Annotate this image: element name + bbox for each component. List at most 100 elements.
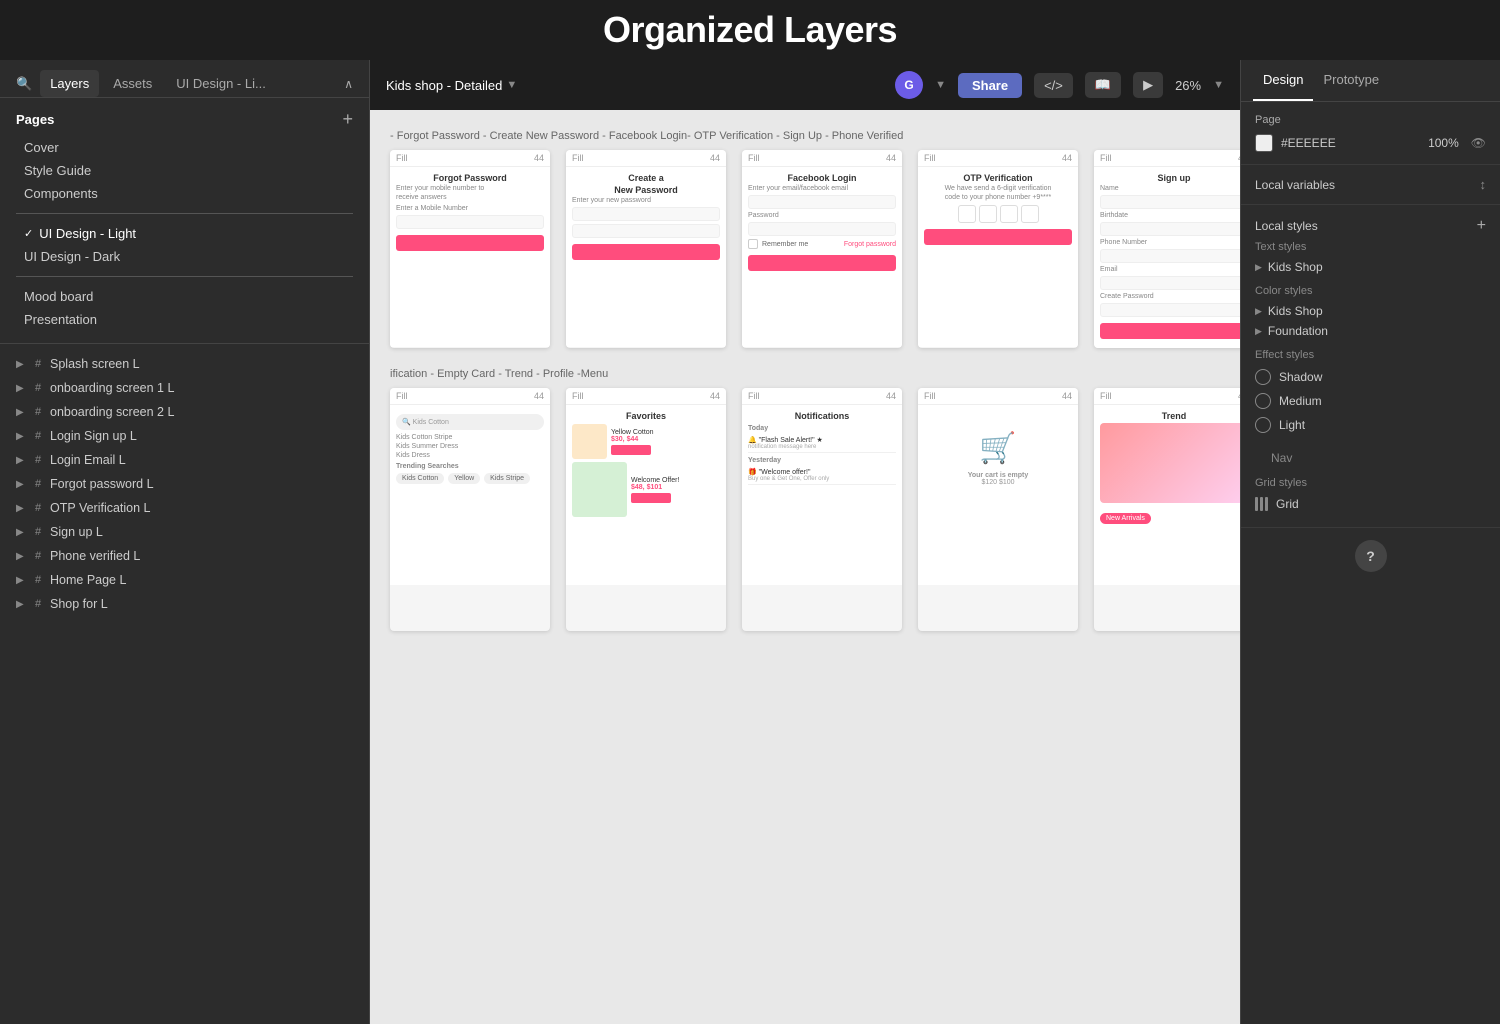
sidebar-item-style-guide[interactable]: Style Guide (16, 159, 353, 182)
local-variables-label: Local variables (1255, 178, 1335, 192)
sort-icon[interactable]: ↕ (1480, 177, 1487, 192)
tab-prototype[interactable]: Prototype (1313, 60, 1389, 101)
tab-ui-design[interactable]: UI Design - Li... (166, 70, 276, 97)
expand-icon[interactable]: ∧ (344, 77, 353, 91)
frame-notification[interactable]: Fill44 Notifications Today 🔔 "Flash Sale… (742, 388, 902, 631)
effect-shadow[interactable]: Shadow (1255, 365, 1486, 389)
layer-login-signup[interactable]: ▶ # Login Sign up L (0, 424, 369, 448)
arrow-icon: ▶ (16, 551, 26, 562)
chevron-right-icon: ▶ (1255, 306, 1262, 317)
layer-login-email[interactable]: ▶ # Login Email L (0, 448, 369, 472)
grid-style-item[interactable]: Grid (1255, 493, 1486, 515)
layer-label: Shop for L (50, 597, 108, 611)
color-swatch[interactable] (1255, 134, 1273, 152)
zoom-chevron-icon[interactable]: ▼ (1213, 79, 1224, 91)
right-panel-tabs: Design Prototype (1241, 60, 1500, 102)
arrow-icon: ▶ (16, 407, 26, 418)
zoom-level[interactable]: 26% (1175, 78, 1201, 93)
add-style-button[interactable]: + (1477, 217, 1486, 235)
frame-icon: # (32, 598, 44, 610)
tab-design[interactable]: Design (1253, 60, 1313, 101)
color-style-foundation[interactable]: ▶ Foundation (1255, 321, 1486, 341)
text-style-kids-shop[interactable]: ▶ Kids Shop (1255, 257, 1486, 277)
tab-layers[interactable]: Layers (40, 70, 99, 97)
effect-label: Light (1279, 418, 1305, 432)
effect-label: Medium (1279, 394, 1322, 408)
frame-icon: # (32, 430, 44, 442)
user-avatar: G (895, 71, 923, 99)
color-opacity: 100% (1428, 136, 1459, 150)
tab-assets[interactable]: Assets (103, 70, 162, 97)
layer-signup[interactable]: ▶ # Sign up L (0, 520, 369, 544)
grid-styles-label: Grid styles (1255, 477, 1486, 489)
layer-shop-for[interactable]: ▶ # Shop for L (0, 592, 369, 616)
frames-row-1: Fill44 Forgot Password Enter your mobile… (390, 150, 1220, 348)
color-styles-group: ▶ Kids Shop ▶ Foundation (1255, 301, 1486, 341)
effect-light[interactable]: Light (1255, 413, 1486, 437)
frame-facebook-login[interactable]: Fill44 Facebook Login Enter your email/f… (742, 150, 902, 348)
play-button[interactable]: ▶ (1133, 72, 1163, 98)
layer-label: Forgot password L (50, 477, 154, 491)
frame-icon: # (32, 478, 44, 490)
pages-header: Pages + (16, 110, 353, 128)
grid-icon (1255, 497, 1268, 511)
effect-circle-icon (1255, 393, 1271, 409)
layer-onboarding2[interactable]: ▶ # onboarding screen 2 L (0, 400, 369, 424)
library-button[interactable]: 📖 (1085, 72, 1121, 98)
arrow-icon: ▶ (16, 575, 26, 586)
canvas-area: Kids shop - Detailed ▼ G ▼ Share </> 📖 ▶… (370, 60, 1240, 1024)
arrow-icon: ▶ (16, 359, 26, 370)
effect-medium[interactable]: Medium (1255, 389, 1486, 413)
pages-title: Pages (16, 112, 54, 127)
layer-forgot-password[interactable]: ▶ # Forgot password L (0, 472, 369, 496)
local-styles-header: Local styles + (1255, 217, 1486, 235)
sidebar-item-ui-design-light[interactable]: ✓ UI Design - Light (16, 222, 353, 245)
sidebar-item-cover[interactable]: Cover (16, 136, 353, 159)
layer-label: OTP Verification L (50, 501, 151, 515)
sidebar-item-components[interactable]: Components (16, 182, 353, 205)
share-button[interactable]: Share (958, 73, 1022, 98)
frame-otp[interactable]: Fill44 OTP Verification We have send a 6… (918, 150, 1078, 348)
color-styles-label: Color styles (1255, 285, 1486, 297)
layer-label: Login Email L (50, 453, 126, 467)
arrow-icon: ▶ (16, 383, 26, 394)
chevron-down-icon: ▼ (935, 79, 946, 91)
canvas-page-name: Kids shop - Detailed ▼ (386, 78, 517, 93)
frame-favourites[interactable]: Fill44 Favorites Yellow Cotton $30, $44 (566, 388, 726, 631)
arrow-icon: ▶ (16, 503, 26, 514)
layer-onboarding1[interactable]: ▶ # onboarding screen 1 L (0, 376, 369, 400)
layer-splash-screen[interactable]: ▶ # Splash screen L (0, 352, 369, 376)
layer-label: onboarding screen 1 L (50, 381, 174, 395)
layer-label: Splash screen L (50, 357, 140, 371)
sidebar-item-presentation[interactable]: Presentation (16, 308, 353, 331)
add-page-button[interactable]: + (342, 110, 353, 128)
frame-icon: # (32, 382, 44, 394)
help-button[interactable]: ? (1355, 540, 1387, 572)
frame-search[interactable]: Fill44 🔍 Kids Cotton Kids Cotton Stripe … (390, 388, 550, 631)
layer-phone-verified[interactable]: ▶ # Phone verified L (0, 544, 369, 568)
layer-otp[interactable]: ▶ # OTP Verification L (0, 496, 369, 520)
frame-forgot-password[interactable]: Fill44 Forgot Password Enter your mobile… (390, 150, 550, 348)
frame-empty-cart[interactable]: Fill44 🛒 Your cart is empty $120 $100 (918, 388, 1078, 631)
eye-icon[interactable]: 👁 (1471, 136, 1486, 150)
frame-trend[interactable]: Fill44 Trend New Arrivals (1094, 388, 1240, 631)
row1-label: - Forgot Password - Create New Password … (390, 130, 1220, 142)
effect-circle-icon (1255, 369, 1271, 385)
sidebar-item-mood-board[interactable]: Mood board (16, 285, 353, 308)
layer-home-page[interactable]: ▶ # Home Page L (0, 568, 369, 592)
color-hex: #EEEEEE (1281, 136, 1336, 150)
frame-signup[interactable]: Fill44 Sign up Name Birthdate Phone Numb… (1094, 150, 1240, 348)
row2-label: ification - Empty Card - Trend - Profile… (390, 368, 1220, 380)
avatar-dropdown[interactable]: ▼ (935, 79, 946, 91)
sidebar-item-ui-design-dark[interactable]: UI Design - Dark (16, 245, 353, 268)
color-style-kids-shop[interactable]: ▶ Kids Shop (1255, 301, 1486, 321)
effect-circle-icon (1255, 417, 1271, 433)
canvas-content[interactable]: - Forgot Password - Create New Password … (370, 110, 1240, 1024)
check-icon: ✓ (24, 227, 33, 240)
frame-icon: # (32, 406, 44, 418)
nav-label-container: Nav (1255, 445, 1486, 471)
arrow-icon: ▶ (16, 479, 26, 490)
frame-create-password[interactable]: Fill44 Create a New Password Enter your … (566, 150, 726, 348)
code-button[interactable]: </> (1034, 73, 1073, 98)
local-styles-title: Local styles (1255, 219, 1318, 233)
